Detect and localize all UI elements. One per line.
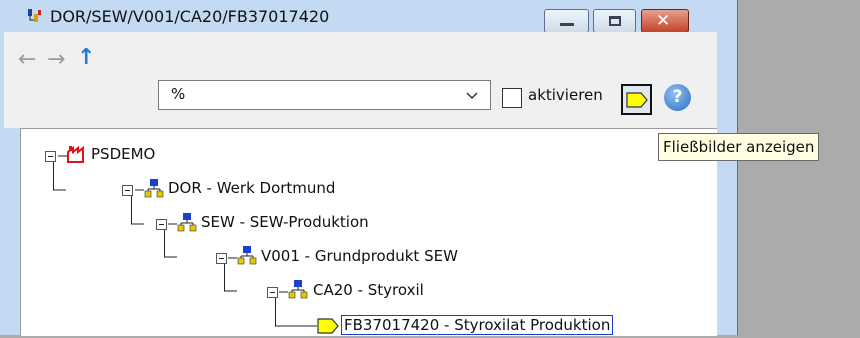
arrow-up-icon[interactable]: ↑ [77,47,95,69]
chevron-down-icon[interactable] [462,87,482,105]
activate-checkbox[interactable] [502,88,522,108]
hierarchy-icon [237,245,257,269]
maximize-icon [609,16,621,26]
arrow-right-icon[interactable]: → [47,49,65,71]
arrow-left-icon[interactable]: ← [18,49,36,71]
process-app-icon [27,8,43,24]
hierarchy-icon [288,279,308,303]
activate-label: aktivieren [528,86,603,104]
tree-expander[interactable] [156,219,167,230]
tree-node-label[interactable]: DOR - Werk Dortmund [168,179,335,197]
flowchart-icon [317,318,339,338]
tree-expander[interactable] [267,287,278,298]
filter-value: % [171,85,186,103]
tree-node-label[interactable]: PSDEMO [91,145,155,163]
filter-combobox[interactable]: % [158,80,491,110]
hierarchy-icon [177,212,197,236]
show-flowcharts-button[interactable] [621,84,652,115]
close-icon: ✕ [656,11,671,31]
hierarchy-icon [144,178,164,202]
help-button[interactable]: ? [664,84,691,111]
minimize-icon [560,23,574,26]
close-button[interactable]: ✕ [641,9,689,33]
maximize-button[interactable] [593,9,636,33]
window-title: DOR/SEW/V001/CA20/FB37017420 [50,7,330,26]
app-window: DOR/SEW/V001/CA20/FB37017420 ✕ ← → ↑ % a… [0,0,738,336]
tooltip: Fließbilder anzeigen [658,133,820,161]
tree-expander[interactable] [216,253,227,264]
title-bar[interactable]: DOR/SEW/V001/CA20/FB37017420 ✕ [0,0,738,33]
minimize-button[interactable] [544,9,589,33]
tree-node-label[interactable]: SEW - SEW-Produktion [201,213,369,231]
tree-expander[interactable] [122,185,133,196]
tree-expander[interactable] [45,151,56,162]
tree-node-label[interactable]: CA20 - Styroxil [313,281,424,299]
tree-node-label[interactable]: V001 - Grundprodukt SEW [261,247,458,265]
tree-node-label-selected[interactable]: FB37017420 - Styroxilat Produktion [341,315,614,335]
tree-view[interactable]: PSDEMO DOR - Werk Dortmund SEW - SEW-Pro… [20,128,717,336]
flowchart-icon [626,92,648,108]
factory-icon [67,145,87,167]
